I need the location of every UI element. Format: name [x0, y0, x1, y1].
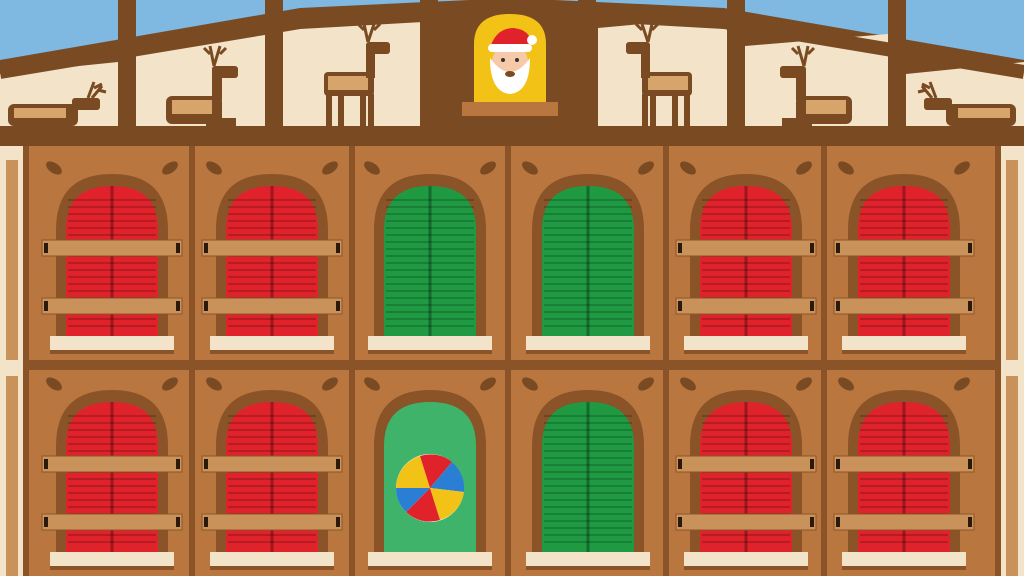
- nail: [176, 243, 180, 253]
- board-plank: [833, 239, 975, 257]
- nail: [968, 243, 972, 253]
- nail: [336, 517, 340, 527]
- board-plank: [833, 297, 975, 315]
- board-plank: [41, 297, 183, 315]
- nail: [836, 517, 840, 527]
- nail: [176, 459, 180, 469]
- board-plank: [41, 513, 183, 531]
- window-sill: [684, 552, 808, 566]
- nail: [336, 243, 340, 253]
- board-plank: [201, 455, 343, 473]
- nail: [204, 243, 208, 253]
- window-sill: [526, 336, 650, 350]
- nail: [836, 459, 840, 469]
- nail: [336, 459, 340, 469]
- window-sill: [842, 336, 966, 350]
- board-plank: [675, 297, 817, 315]
- board-plank: [833, 455, 975, 473]
- nail: [336, 301, 340, 311]
- beach-ball-icon: [396, 454, 465, 522]
- board-plank: [201, 297, 343, 315]
- nail: [810, 517, 814, 527]
- house-illustration: [0, 0, 1024, 576]
- window-sill: [210, 336, 334, 350]
- santa-window[interactable]: [462, 4, 558, 116]
- nail: [968, 517, 972, 527]
- nail: [678, 517, 682, 527]
- nail: [176, 517, 180, 527]
- board-plank: [201, 239, 343, 257]
- santa-window-sill: [462, 102, 558, 116]
- advent-calendar-house: [0, 0, 1024, 576]
- window-sill: [50, 336, 174, 350]
- board-plank: [41, 239, 183, 257]
- nail: [810, 301, 814, 311]
- nail: [204, 459, 208, 469]
- board-plank: [675, 513, 817, 531]
- board-plank: [41, 455, 183, 473]
- window-sill: [210, 552, 334, 566]
- nail: [968, 301, 972, 311]
- window-sill: [368, 336, 492, 350]
- board-plank: [833, 513, 975, 531]
- board-plank: [675, 239, 817, 257]
- attic-floor-beam: [0, 126, 1024, 146]
- nail: [44, 517, 48, 527]
- nail: [204, 517, 208, 527]
- nail: [836, 243, 840, 253]
- nail: [810, 243, 814, 253]
- nail: [678, 243, 682, 253]
- nail: [678, 301, 682, 311]
- window-sill: [526, 552, 650, 566]
- nail: [810, 459, 814, 469]
- window-sill: [684, 336, 808, 350]
- nail: [44, 243, 48, 253]
- row-divider: [24, 360, 1000, 370]
- board-plank: [201, 513, 343, 531]
- window-sill: [50, 552, 174, 566]
- nail: [176, 301, 180, 311]
- nail: [44, 301, 48, 311]
- nail: [968, 459, 972, 469]
- window-sill: [842, 552, 966, 566]
- board-plank: [675, 455, 817, 473]
- nail: [678, 459, 682, 469]
- nail: [836, 301, 840, 311]
- nail: [44, 459, 48, 469]
- nail: [204, 301, 208, 311]
- window-sill: [368, 552, 492, 566]
